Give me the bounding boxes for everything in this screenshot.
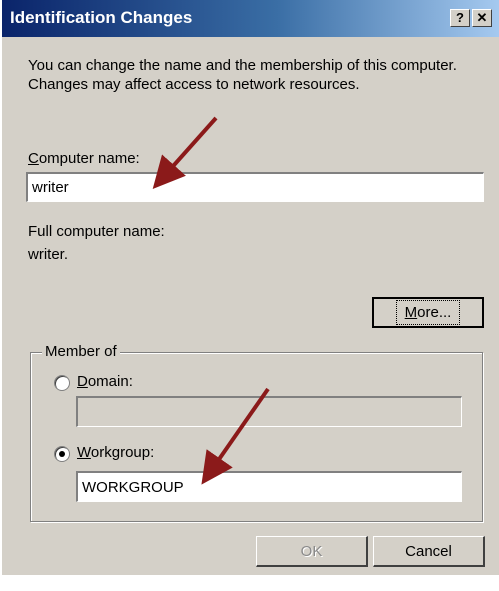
workgroup-radio-selected-dot <box>59 451 65 457</box>
computer-name-label: Computer name: <box>28 150 140 167</box>
domain-radio[interactable] <box>54 375 70 391</box>
workgroup-input[interactable]: WORKGROUP <box>76 471 462 502</box>
workgroup-radio[interactable] <box>54 446 70 462</box>
domain-label[interactable]: Domain: <box>77 373 133 390</box>
cancel-button[interactable]: Cancel <box>373 536 485 567</box>
workgroup-label[interactable]: Workgroup: <box>77 444 154 461</box>
title-bar: Identification Changes ? ✕ <box>2 0 499 37</box>
computer-name-mnemonic: C <box>28 150 39 167</box>
member-of-label: Member of <box>42 343 120 360</box>
full-computer-name-value: writer. <box>28 246 69 263</box>
more-button[interactable]: More... <box>372 297 484 328</box>
dialog-title: Identification Changes <box>10 8 193 27</box>
computer-name-input[interactable]: writer <box>26 172 484 202</box>
workgroup-label-rest: orkgroup: <box>90 444 155 461</box>
help-button[interactable]: ? <box>450 9 470 27</box>
domain-input[interactable] <box>76 396 462 427</box>
close-button[interactable]: ✕ <box>472 9 492 27</box>
workgroup-mnemonic: W <box>77 444 91 461</box>
description-text: You can change the name and the membersh… <box>28 57 457 93</box>
full-computer-name-label: Full computer name: <box>28 223 165 240</box>
more-button-label: More... <box>395 300 461 325</box>
domain-mnemonic: D <box>77 373 88 390</box>
identification-changes-dialog: Identification Changes ? ✕ You can chang… <box>0 0 499 591</box>
computer-name-label-rest: omputer name: <box>38 150 140 167</box>
more-rest: ore... <box>417 304 452 321</box>
more-mnemonic: M <box>404 304 418 321</box>
page-margin <box>0 575 499 591</box>
ok-button[interactable]: OK <box>256 536 368 567</box>
workgroup-value: WORKGROUP <box>82 478 184 496</box>
close-icon: ✕ <box>476 10 488 25</box>
computer-name-value: writer <box>32 179 69 196</box>
domain-label-rest: omain: <box>87 373 133 390</box>
